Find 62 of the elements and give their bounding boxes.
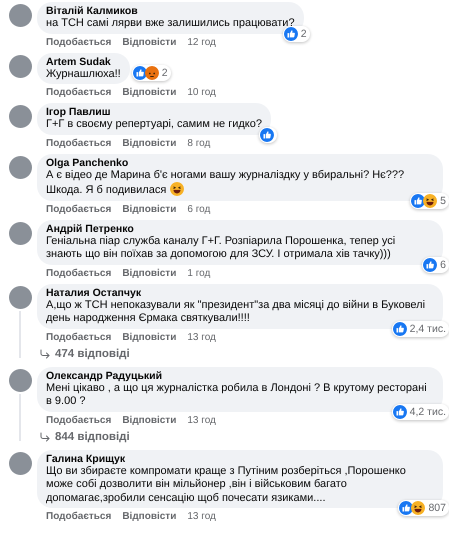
timestamp: 12 год [187, 36, 216, 48]
like-link[interactable]: Подобається [46, 36, 112, 48]
reply-link[interactable]: Відповісти [122, 86, 176, 99]
timestamp: 1 год [187, 266, 210, 280]
comment-text: А є відео де Марина б'є ногами вашу журналіздку у вбиральні? Нє??? Шкода. Я б подивилася [46, 168, 404, 196]
author-name[interactable]: Олександр Радуцький [46, 370, 434, 382]
timestamp: 13 год [187, 414, 216, 426]
like-link[interactable]: Подобається [46, 202, 112, 216]
avatar-placeholder[interactable] [8, 286, 32, 308]
reaction-count: 6 [440, 258, 446, 270]
reaction-badge[interactable]: 2 [282, 26, 310, 42]
avatar-placeholder[interactable] [8, 105, 32, 128]
reaction-count: 807 [428, 502, 446, 514]
reaction-count: 4,2 тис. [410, 406, 446, 418]
comment-text: Г+Г в своєму репертуарі, самим не гидко? [46, 118, 262, 130]
reaction-count: 2 [162, 67, 168, 79]
avatar-placeholder[interactable] [8, 222, 32, 244]
author-name[interactable]: Віталій Калмиков [46, 5, 295, 17]
view-replies-link[interactable]: 474 відповіді [39, 346, 130, 362]
reply-arrow-icon [39, 431, 51, 443]
reply-link[interactable]: Відповісти [122, 414, 176, 426]
like-link[interactable]: Подобається [46, 330, 112, 344]
reaction-count: 5 [440, 194, 446, 206]
reaction-count: 2,4 тис. [410, 322, 446, 334]
avatar-placeholder[interactable] [8, 368, 32, 392]
comment-text: Геніальна піар служба каналу Г+Г. Розпіарила Порошенка, тепер усі знають що він поїхав за допомогою для ЗСУ. І отримала хів тачку))) [46, 234, 396, 260]
view-replies-link[interactable]: 844 відповіді [39, 430, 130, 444]
author-name[interactable]: Наталия Остапчук [46, 286, 434, 298]
timestamp: 6 год [187, 202, 210, 216]
reply-link[interactable]: Відповісти [122, 510, 176, 523]
like-link[interactable]: Подобається [46, 414, 112, 426]
reply-link[interactable]: Відповісти [122, 36, 176, 48]
reaction-badge[interactable]: 4,2 тис. [392, 404, 449, 420]
reaction-badge[interactable]: 6 [422, 256, 449, 272]
author-name[interactable]: Андрій Петренко [46, 222, 434, 234]
reaction-badge[interactable]: 2,4 тис. [392, 320, 449, 336]
avatar-placeholder[interactable] [8, 54, 32, 78]
avatar-placeholder[interactable] [8, 156, 32, 178]
comment-text: Журнашлюха!! [46, 68, 121, 80]
author-name[interactable]: Olga Panchenko [46, 156, 434, 168]
avatar-placeholder[interactable] [8, 4, 32, 27]
like-link[interactable]: Подобається [46, 86, 112, 99]
reaction-badge[interactable]: 807 [398, 500, 449, 516]
reply-link[interactable]: Відповісти [122, 330, 176, 344]
like-link[interactable]: Подобається [46, 510, 112, 523]
timestamp: 13 год [187, 330, 216, 344]
reply-link[interactable]: Відповісти [122, 202, 176, 216]
like-link[interactable]: Подобається [46, 266, 112, 280]
avatar-placeholder[interactable] [8, 452, 32, 474]
reaction-count: 2 [300, 28, 307, 40]
reply-link[interactable]: Відповісти [122, 266, 176, 280]
author-name[interactable]: Ігор Павлиш [46, 106, 262, 118]
timestamp: 13 год [187, 510, 216, 523]
reaction-badge[interactable]: 2 [132, 65, 171, 81]
like-link[interactable]: Подобається [46, 136, 112, 150]
reaction-badge[interactable]: 5 [410, 192, 449, 208]
reply-arrow-icon [39, 348, 51, 360]
reply-link[interactable]: Відповісти [122, 136, 176, 150]
timestamp: 10 год [187, 86, 216, 99]
timestamp: 8 год [187, 136, 210, 150]
author-name[interactable]: Галина Крищук [46, 452, 434, 464]
author-name[interactable]: Artem Sudak [46, 56, 121, 68]
